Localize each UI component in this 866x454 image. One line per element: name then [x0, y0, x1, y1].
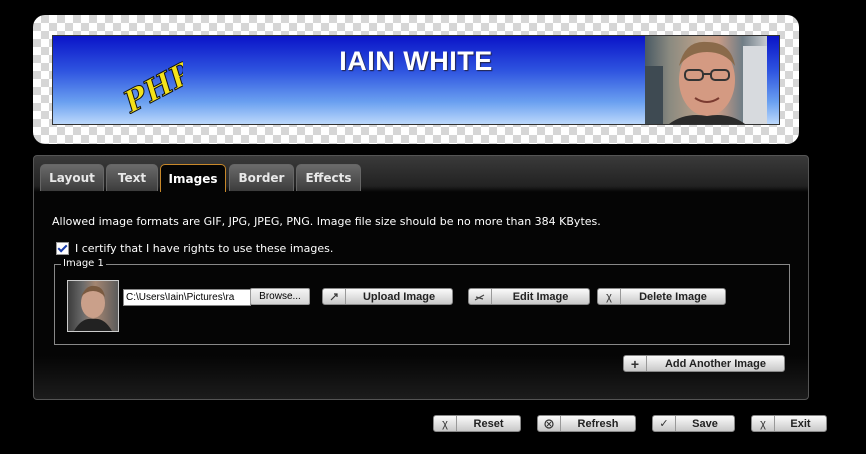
- banner-preview: PHP IAIN WHITE: [33, 15, 799, 144]
- delete-image-button[interactable]: χ Delete Image: [597, 288, 726, 305]
- tab-effects[interactable]: Effects: [296, 164, 361, 191]
- profile-photo: [645, 36, 767, 124]
- delete-icon: χ: [598, 289, 621, 304]
- tab-text[interactable]: Text: [106, 164, 158, 191]
- tab-border[interactable]: Border: [229, 164, 294, 191]
- add-another-image-label: Add Another Image: [664, 357, 767, 370]
- reset-label: Reset: [473, 417, 504, 430]
- plus-icon: +: [624, 356, 647, 372]
- tab-layout[interactable]: Layout: [40, 164, 104, 191]
- image-1-path-input[interactable]: C:\Users\Iain\Pictures\ra: [123, 289, 251, 306]
- exit-label: Exit: [790, 417, 811, 430]
- upload-icon: [323, 289, 346, 304]
- refresh-button[interactable]: Refresh: [537, 415, 636, 432]
- upload-image-label: Upload Image: [362, 290, 436, 303]
- add-another-image-button[interactable]: + Add Another Image: [623, 355, 785, 372]
- certify-checkbox[interactable]: [56, 242, 69, 255]
- edit-image-button[interactable]: Edit Image: [468, 288, 590, 305]
- tab-bar: Layout Text Images Border Effects: [34, 156, 808, 192]
- refresh-label: Refresh: [577, 417, 619, 430]
- upload-image-button[interactable]: Upload Image: [322, 288, 453, 305]
- banner: PHP IAIN WHITE: [52, 35, 780, 125]
- save-label: Save: [692, 417, 718, 430]
- reset-button[interactable]: χ Reset: [433, 415, 521, 432]
- check-icon: ✓: [653, 416, 676, 431]
- save-button[interactable]: ✓ Save: [652, 415, 735, 432]
- tab-images[interactable]: Images: [160, 164, 226, 192]
- reset-icon: χ: [434, 416, 457, 431]
- image-1-thumbnail: [67, 280, 119, 332]
- delete-image-label: Delete Image: [639, 290, 707, 303]
- certify-row[interactable]: I certify that I have rights to use thes…: [56, 242, 333, 255]
- exit-button[interactable]: χ Exit: [751, 415, 827, 432]
- edit-image-label: Edit Image: [512, 290, 569, 303]
- browse-button[interactable]: Browse...: [250, 288, 310, 305]
- allowed-formats-text: Allowed image formats are GIF, JPG, JPEG…: [52, 215, 601, 228]
- image-1-fieldset: Image 1 C:\Users\Iain\Pictures\ra Browse…: [54, 258, 790, 345]
- exit-icon: χ: [752, 416, 775, 431]
- image-1-legend: Image 1: [61, 258, 106, 269]
- edit-icon: [469, 289, 492, 304]
- certify-label: I certify that I have rights to use thes…: [75, 242, 334, 255]
- settings-panel: Layout Text Images Border Effects Allowe…: [33, 155, 809, 400]
- refresh-icon: [538, 416, 561, 431]
